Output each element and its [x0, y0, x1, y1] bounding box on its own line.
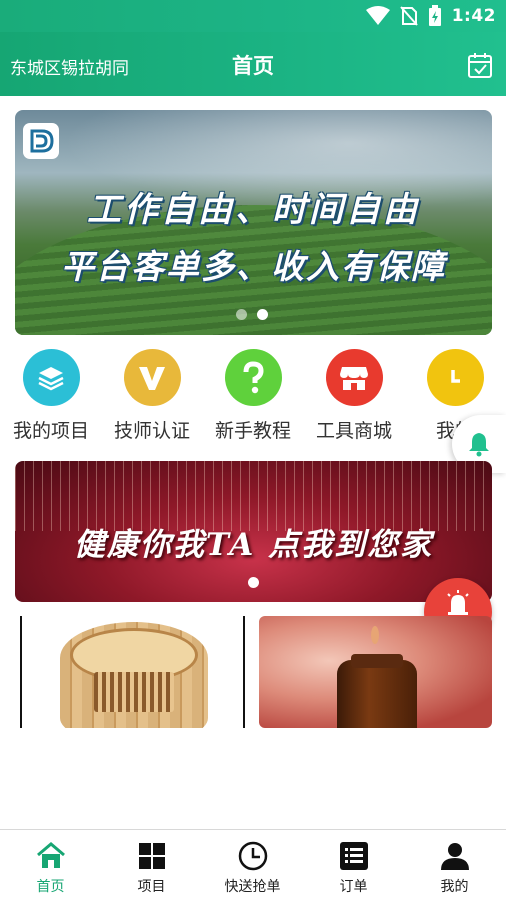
siren-icon — [447, 590, 469, 615]
category-certification[interactable]: 技师认证 — [104, 345, 200, 443]
category-label: 技师认证 — [113, 420, 190, 442]
user-icon — [439, 840, 471, 872]
tab-label: 我的 — [440, 879, 469, 895]
no-sim-icon — [399, 6, 418, 26]
list-icon — [338, 840, 370, 872]
tab-projects[interactable]: 项目 — [101, 830, 202, 900]
tab-label: 项目 — [137, 879, 166, 895]
bottom-tab-bar: 首页 项目 快送抢单 订单 我的 — [0, 829, 506, 900]
battery-charging-icon — [428, 5, 441, 26]
tab-label: 订单 — [339, 879, 368, 895]
category-tool-shop[interactable]: 工具商城 — [306, 345, 402, 443]
pager-dot[interactable] — [236, 309, 247, 320]
page-title: 首页 — [232, 54, 274, 78]
oil-bottle-image — [337, 654, 417, 728]
foot-bucket-image — [60, 622, 208, 728]
home-icon — [35, 840, 67, 872]
tab-mine[interactable]: 我的 — [404, 830, 505, 900]
banner-line-1: 工作自由、时间自由 — [87, 190, 420, 230]
promo-banner[interactable]: 健康你我TA 点我到您家 — [15, 461, 492, 602]
category-label: 我的项目 — [12, 420, 89, 442]
oil-drop — [371, 626, 379, 644]
category-row: 我的项目 技师认证 新手教程 工具商城 我的 — [0, 345, 506, 445]
pager-dot-active[interactable] — [248, 577, 259, 588]
category-tutorial[interactable]: 新手教程 — [205, 345, 301, 443]
category-label: 新手教程 — [214, 420, 291, 442]
pager-dot-active[interactable] — [257, 309, 268, 320]
product-card-essential-oil[interactable] — [259, 616, 492, 728]
promo-pager — [248, 577, 259, 588]
banner-pager — [236, 309, 268, 320]
tab-home[interactable]: 首页 — [0, 830, 101, 900]
tab-quick-grab[interactable]: 快送抢单 — [202, 830, 303, 900]
tab-label: 快送抢单 — [224, 879, 281, 895]
d-logo-icon — [30, 129, 54, 153]
hero-banner[interactable]: 工作自由、时间自由 平台客单多、收入有保障 — [15, 110, 492, 335]
bell-icon — [469, 433, 489, 457]
banner-line-2: 平台客单多、收入有保障 — [61, 247, 446, 286]
question-icon — [224, 349, 282, 406]
clock-icon — [237, 840, 269, 872]
massage-mat — [94, 672, 174, 712]
grid-icon — [136, 840, 168, 872]
tab-label: 首页 — [36, 879, 65, 895]
v-badge-icon — [123, 349, 181, 406]
calendar-check-icon[interactable] — [467, 51, 493, 79]
promo-text: 健康你我TA 点我到您家 — [73, 527, 434, 563]
category-label: 工具商城 — [315, 420, 392, 442]
app-header: 东城区锡拉胡同 首页 — [0, 32, 506, 96]
clock-icon — [426, 349, 484, 406]
category-my-projects[interactable]: 我的项目 — [3, 345, 99, 443]
wifi-icon — [365, 6, 390, 25]
layers-icon — [22, 349, 80, 406]
status-bar: 1:42 — [0, 0, 506, 32]
app-logo — [23, 123, 59, 159]
product-card-foot-bucket[interactable] — [20, 616, 245, 728]
clock-time: 1:42 — [451, 6, 496, 26]
shop-icon — [325, 349, 383, 406]
tab-orders[interactable]: 订单 — [303, 830, 404, 900]
